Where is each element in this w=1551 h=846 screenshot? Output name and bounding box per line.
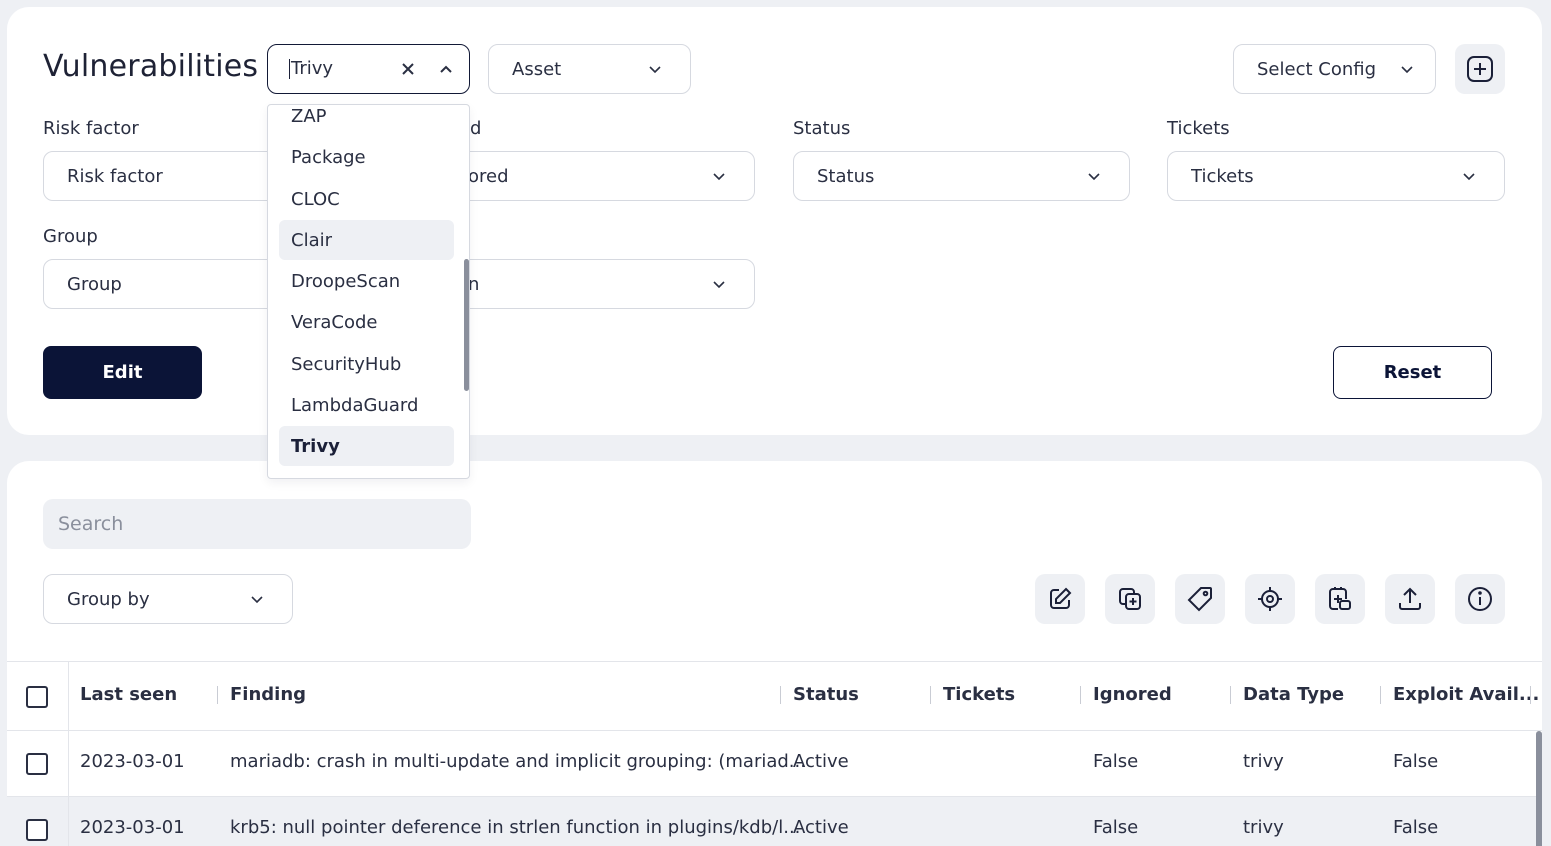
duplicate-icon [1119, 588, 1141, 610]
checkbox-column-divider [68, 661, 69, 846]
add-ticket-icon [1329, 587, 1351, 610]
ignored-select[interactable]: ored [420, 151, 755, 201]
tag-icon [1187, 587, 1212, 612]
scanner-select-value[interactable]: Trivy [289, 59, 393, 79]
config-select-value: Select Config [1257, 58, 1377, 80]
status-value: Status [817, 165, 875, 187]
second-filter-select[interactable]: n [420, 259, 755, 309]
select-all-checkbox[interactable] [26, 686, 48, 708]
cell-exploit: False [1393, 751, 1439, 772]
group-select[interactable]: Group [43, 259, 303, 309]
table-scrollbar[interactable] [1536, 731, 1542, 846]
group-label: Group [43, 226, 98, 247]
column-exploit-available[interactable]: Exploit Avail... [1393, 684, 1539, 705]
info-button[interactable] [1455, 574, 1505, 624]
chevron-down-icon [222, 594, 292, 604]
cell-finding: krb5: null pointer deference in strlen f… [230, 817, 801, 838]
column-status[interactable]: Status [793, 684, 859, 705]
chevron-up-icon[interactable] [423, 64, 469, 74]
duplicate-button[interactable] [1105, 574, 1155, 624]
chevron-down-icon [620, 64, 690, 74]
row-checkbox[interactable] [26, 819, 48, 841]
plus-square-icon [1467, 56, 1493, 82]
row-checkbox[interactable] [26, 753, 48, 775]
cell-last-seen: 2023-03-01 [80, 751, 185, 772]
cell-data-type: trivy [1243, 751, 1284, 772]
dropdown-item-trivy[interactable]: Trivy [279, 426, 454, 466]
group-by-value: Group by [67, 588, 150, 610]
column-divider[interactable] [217, 686, 218, 704]
column-tickets[interactable]: Tickets [943, 684, 1015, 705]
dropdown-item-clair[interactable]: Clair [279, 220, 454, 260]
status-label: Status [793, 118, 851, 139]
column-divider[interactable] [780, 686, 781, 704]
cell-finding: mariadb: crash in multi-update and impli… [230, 751, 806, 772]
table-row[interactable]: 2023-03-01 krb5: null pointer deference … [7, 797, 1537, 846]
tickets-label: Tickets [1167, 118, 1230, 139]
tickets-value: Tickets [1191, 165, 1254, 187]
search-input[interactable] [43, 499, 471, 549]
dropdown-item-lambdaguard[interactable]: LambdaGuard [279, 385, 454, 425]
chevron-down-icon [684, 279, 754, 289]
cell-status: Active [793, 817, 849, 838]
chevron-down-icon [684, 171, 754, 181]
column-last-seen[interactable]: Last seen [80, 684, 177, 705]
edit-icon [1050, 587, 1072, 609]
table-header: Last seen Finding Status Tickets Ignored… [7, 661, 1542, 731]
cell-data-type: trivy [1243, 817, 1284, 838]
add-ticket-button[interactable] [1315, 574, 1365, 624]
dropdown-item-package[interactable]: Package [279, 137, 454, 177]
edit-button[interactable]: Edit [43, 346, 202, 399]
column-divider[interactable] [1380, 686, 1381, 704]
dropdown-item-veracode[interactable]: VeraCode [279, 302, 454, 342]
cell-exploit: False [1393, 817, 1439, 838]
dropdown-item-cloc[interactable]: CLOC [279, 179, 454, 219]
second-filter-value: n [468, 273, 480, 295]
column-divider[interactable] [1080, 686, 1081, 704]
dropdown-item-droopescan[interactable]: DroopeScan [279, 261, 454, 301]
asset-select[interactable]: Asset [488, 44, 691, 94]
risk-factor-select[interactable]: Risk factor [43, 151, 303, 201]
chevron-down-icon [1379, 64, 1435, 74]
chevron-down-icon [1059, 171, 1129, 181]
status-select[interactable]: Status [793, 151, 1130, 201]
column-data-type[interactable]: Data Type [1243, 684, 1344, 705]
add-config-button[interactable] [1455, 44, 1505, 94]
dropdown-scrollbar[interactable] [464, 259, 469, 391]
info-icon [1468, 587, 1492, 611]
column-divider[interactable] [1530, 686, 1531, 704]
dropdown-item-zap[interactable]: ZAP [279, 105, 454, 136]
clear-icon[interactable] [393, 62, 423, 76]
table-row[interactable]: 2023-03-01 mariadb: crash in multi-updat… [7, 731, 1537, 797]
column-divider[interactable] [1230, 686, 1231, 704]
target-button[interactable] [1245, 574, 1295, 624]
ignored-value: ored [468, 165, 509, 187]
risk-factor-label: Risk factor [43, 118, 139, 139]
page-title: Vulnerabilities [43, 49, 259, 84]
cell-ignored: False [1093, 817, 1139, 838]
column-divider[interactable] [930, 686, 931, 704]
ignored-label: d [470, 118, 482, 139]
column-finding[interactable]: Finding [230, 684, 306, 705]
cell-ignored: False [1093, 751, 1139, 772]
scanner-select[interactable]: Trivy [267, 44, 470, 94]
group-by-select[interactable]: Group by [43, 574, 293, 624]
column-ignored[interactable]: Ignored [1093, 684, 1172, 705]
tag-button[interactable] [1175, 574, 1225, 624]
chevron-down-icon [1434, 171, 1504, 181]
scanner-dropdown[interactable]: ZAP Package CLOC Clair DroopeScan VeraCo… [267, 104, 470, 479]
tickets-select[interactable]: Tickets [1167, 151, 1505, 201]
export-button[interactable] [1385, 574, 1435, 624]
cell-last-seen: 2023-03-01 [80, 817, 185, 838]
config-select[interactable]: Select Config [1233, 44, 1436, 94]
cell-status: Active [793, 751, 849, 772]
upload-icon [1399, 587, 1421, 610]
dropdown-item-securityhub[interactable]: SecurityHub [279, 344, 454, 384]
asset-select-value: Asset [512, 58, 562, 80]
reset-button[interactable]: Reset [1333, 346, 1492, 399]
edit-selected-button[interactable] [1035, 574, 1085, 624]
target-icon [1258, 587, 1282, 611]
